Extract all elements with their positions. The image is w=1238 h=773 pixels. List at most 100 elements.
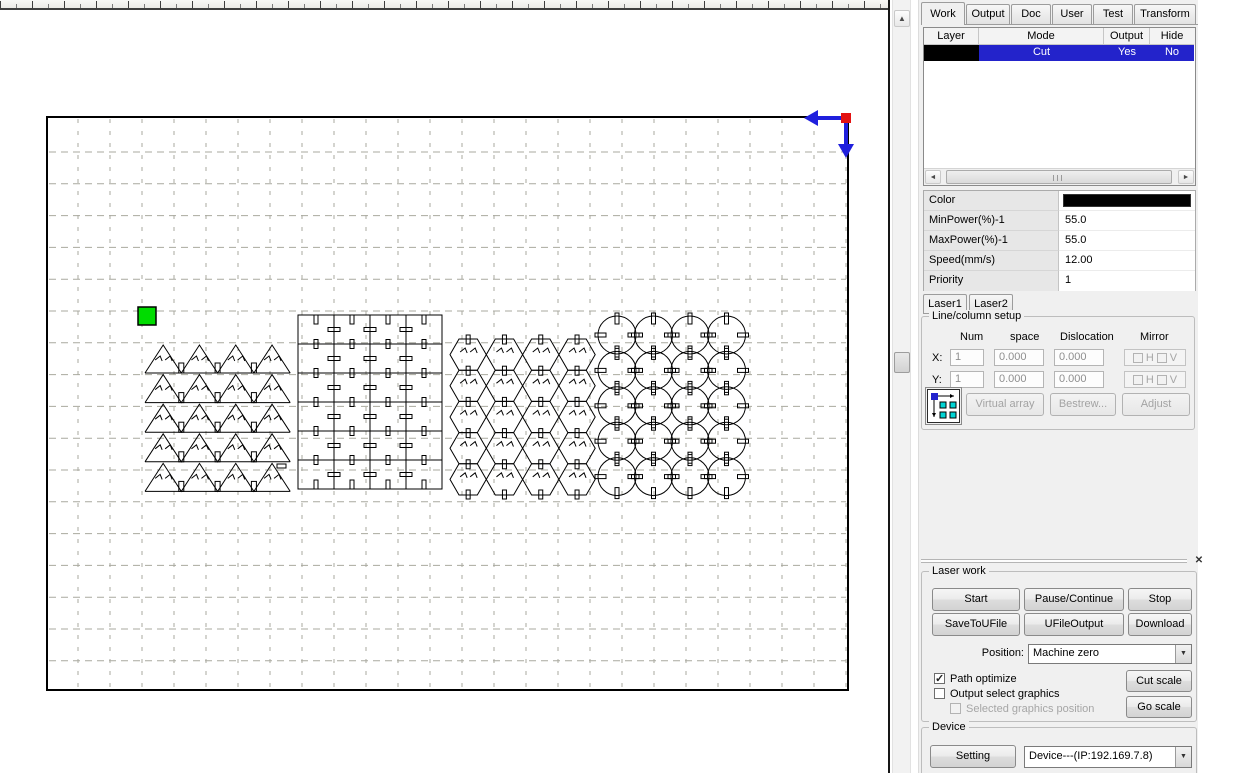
grid-lines (49, 119, 847, 688)
bestrew-button[interactable]: Bestrew... (1050, 393, 1116, 416)
tab-transform[interactable]: Transform (1134, 4, 1196, 24)
tab-work[interactable]: Work (921, 2, 965, 25)
checkbox-label: Output select graphics (950, 688, 1060, 700)
col-header-layer[interactable]: Layer (924, 28, 979, 45)
device-setting-button[interactable]: Setting (930, 745, 1016, 768)
main-tabstrip: Work Output Doc User Test Transform (921, 2, 1198, 25)
ufile-output-button[interactable]: UFileOutput (1024, 613, 1124, 636)
download-button[interactable]: Download (1128, 613, 1192, 636)
y-mirror-v-checkbox[interactable] (1156, 374, 1167, 385)
x-mirror-v-checkbox[interactable] (1156, 352, 1167, 363)
tab-user[interactable]: User (1052, 4, 1092, 24)
y-space-input[interactable]: 0.000 (994, 371, 1044, 388)
prop-row-minpower[interactable]: MinPower(%)-1 55.0 (924, 211, 1195, 231)
checkbox-box[interactable] (950, 703, 961, 714)
layer-hide-cell[interactable]: No (1150, 45, 1194, 61)
vertical-scroll-thumb[interactable] (894, 352, 910, 373)
prop-value[interactable]: 55.0 (1059, 231, 1195, 251)
checkbox-box[interactable] (934, 672, 945, 685)
selected-graphics-position-checkbox[interactable]: Selected graphics position (950, 703, 1094, 715)
checkbox-label: Selected graphics position (966, 703, 1095, 715)
mirror-h-label: H (1145, 373, 1154, 386)
x-mirror-h-checkbox[interactable] (1132, 352, 1143, 363)
horizontal-ruler (0, 0, 888, 10)
y-dislocation-input[interactable]: 0.000 (1054, 371, 1104, 388)
prop-value-color[interactable] (1059, 191, 1195, 211)
work-area-border (46, 116, 849, 691)
col-header-dislocation: Dislocation (1060, 331, 1114, 343)
col-header-hide[interactable]: Hide (1150, 28, 1194, 45)
shape-group-circle-pieces[interactable] (594, 312, 749, 500)
array-direction-button[interactable] (925, 387, 962, 425)
save-to-ufile-button[interactable]: SaveToUFile (932, 613, 1020, 636)
output-select-graphics-checkbox[interactable]: Output select graphics (934, 688, 1059, 700)
virtual-array-button[interactable]: Virtual array (966, 393, 1044, 416)
shape-group-square-pieces[interactable] (297, 314, 443, 490)
device-group: Device Setting Device---(IP:192.169.7.8)… (921, 721, 1197, 773)
x-dislocation-input[interactable]: 0.000 (1054, 349, 1104, 366)
layer-row[interactable]: Cut Yes No (924, 45, 1195, 61)
y-row-label: Y: (932, 374, 942, 386)
col-header-output[interactable]: Output (1104, 28, 1150, 45)
x-num-input[interactable]: 1 (950, 349, 984, 366)
layer-mode-cell[interactable]: Cut (979, 45, 1104, 61)
x-mirror-box: H V (1124, 349, 1186, 366)
position-value: Machine zero (1033, 647, 1100, 659)
pause-continue-button[interactable]: Pause/Continue (1024, 588, 1124, 611)
scroll-up-icon[interactable]: ▲ (894, 10, 910, 27)
position-combobox[interactable]: Machine zero ▼ (1028, 644, 1192, 664)
green-anchor-square[interactable] (137, 306, 157, 326)
col-header-mode[interactable]: Mode (979, 28, 1104, 45)
shape-group-triangle-pieces[interactable] (144, 344, 291, 493)
prop-row-priority[interactable]: Priority 1 (924, 271, 1195, 291)
close-icon[interactable]: ✕ (1193, 555, 1205, 567)
stop-button[interactable]: Stop (1128, 588, 1192, 611)
small-rect-mark[interactable] (276, 463, 287, 469)
layer-output-cell[interactable]: Yes (1104, 45, 1150, 61)
tab-doc[interactable]: Doc (1011, 4, 1051, 24)
canvas-area[interactable] (0, 0, 890, 773)
tab-output[interactable]: Output (966, 4, 1010, 24)
chevron-down-icon[interactable]: ▼ (1175, 747, 1191, 767)
path-optimize-checkbox[interactable]: Path optimize (934, 672, 1017, 685)
prop-value[interactable]: 12.00 (1059, 251, 1195, 271)
prop-row-speed[interactable]: Speed(mm/s) 12.00 (924, 251, 1195, 271)
hscroll-thumb[interactable] (946, 170, 1172, 184)
checkbox-box[interactable] (934, 688, 945, 699)
laser-origin-marker (804, 110, 854, 158)
scroll-right-icon[interactable]: ► (1178, 170, 1194, 184)
drawing-canvas[interactable] (0, 0, 890, 773)
mirror-v-label: V (1169, 373, 1178, 386)
control-panel: Work Output Doc User Test Transform Laye… (918, 0, 1203, 773)
shape-group-hexagon-pieces[interactable] (449, 334, 596, 500)
y-mirror-h-checkbox[interactable] (1132, 374, 1143, 385)
adjust-button[interactable]: Adjust (1122, 393, 1190, 416)
scroll-left-icon[interactable]: ◄ (925, 170, 941, 184)
device-value: Device---(IP:192.169.7.8) (1029, 750, 1153, 762)
layer-table-hscrollbar[interactable]: ◄ ► (924, 168, 1195, 185)
tab-test[interactable]: Test (1093, 4, 1133, 24)
device-combobox[interactable]: Device---(IP:192.169.7.8) ▼ (1024, 746, 1192, 768)
y-num-input[interactable]: 1 (950, 371, 984, 388)
prop-row-color[interactable]: Color (924, 191, 1195, 211)
x-space-input[interactable]: 0.000 (994, 349, 1044, 366)
prop-value[interactable]: 1 (1059, 271, 1195, 291)
canvas-vertical-scrollbar[interactable]: ▲ (892, 0, 911, 773)
layer-table-header: Layer Mode Output Hide (924, 28, 1195, 45)
group-title: Line/column setup (929, 310, 1025, 322)
chevron-down-icon[interactable]: ▼ (1175, 645, 1191, 663)
prop-label: MinPower(%)-1 (924, 211, 1059, 231)
mirror-v-label: V (1169, 351, 1178, 364)
start-button[interactable]: Start (932, 588, 1020, 611)
cut-scale-button[interactable]: Cut scale (1126, 670, 1192, 692)
group-title: Laser work (929, 565, 989, 577)
panel-splitter[interactable] (921, 559, 1187, 563)
layer-color-swatch[interactable] (924, 45, 979, 61)
mirror-h-label: H (1145, 351, 1154, 364)
go-scale-button[interactable]: Go scale (1126, 696, 1192, 718)
checkbox-label: Path optimize (950, 673, 1017, 685)
laser-work-group: Laser work Start Pause/Continue Stop Sav… (921, 565, 1197, 722)
prop-row-maxpower[interactable]: MaxPower(%)-1 55.0 (924, 231, 1195, 251)
prop-value[interactable]: 55.0 (1059, 211, 1195, 231)
color-swatch[interactable] (1063, 194, 1191, 207)
